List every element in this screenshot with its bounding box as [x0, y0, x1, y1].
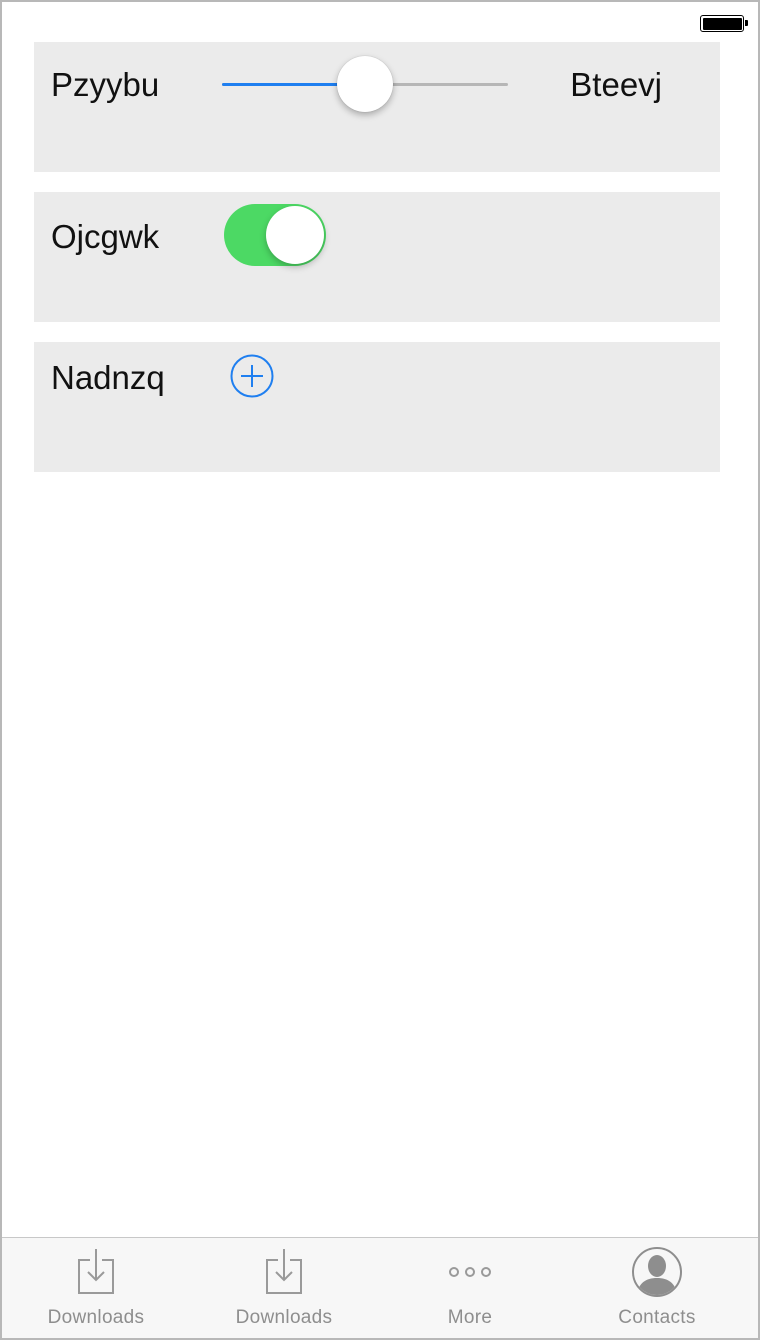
more-icon	[449, 1267, 491, 1277]
tab-more[interactable]: More	[376, 1238, 564, 1338]
tab-label: Downloads	[235, 1307, 333, 1328]
tab-label: More	[447, 1307, 493, 1328]
switch-row: Ojcgwk	[34, 192, 720, 322]
tab-downloads-2[interactable]: Downloads	[190, 1238, 378, 1338]
tab-contacts[interactable]: Contacts	[563, 1238, 751, 1338]
tab-label: Contacts	[618, 1307, 696, 1328]
phone-screen: Pzyybu Bteevj Ojcgwk Nadnzq Downloads Do…	[0, 0, 760, 1340]
tab-downloads-1[interactable]: Downloads	[2, 1238, 190, 1338]
plus-circle-icon	[230, 354, 274, 398]
slider-row-label: Pzyybu	[51, 66, 160, 103]
battery-icon	[700, 15, 748, 32]
add-row: Nadnzq	[34, 342, 720, 472]
contacts-icon	[632, 1247, 682, 1297]
toggle-switch[interactable]	[224, 204, 326, 266]
slider-thumb[interactable]	[337, 56, 393, 112]
downloads-icon	[78, 1249, 114, 1294]
switch-row-label: Ojcgwk	[51, 218, 160, 255]
value-slider[interactable]	[222, 56, 508, 112]
slider-row: Pzyybu Bteevj	[34, 42, 720, 172]
toggle-knob	[266, 206, 324, 264]
add-button[interactable]	[230, 354, 274, 398]
status-bar	[2, 2, 758, 42]
tab-label: Downloads	[47, 1307, 145, 1328]
slider-max-label: Bteevj	[570, 66, 662, 103]
tab-bar: Downloads Downloads More Contacts	[2, 1237, 758, 1338]
add-row-label: Nadnzq	[51, 359, 165, 396]
downloads-icon	[266, 1249, 302, 1294]
